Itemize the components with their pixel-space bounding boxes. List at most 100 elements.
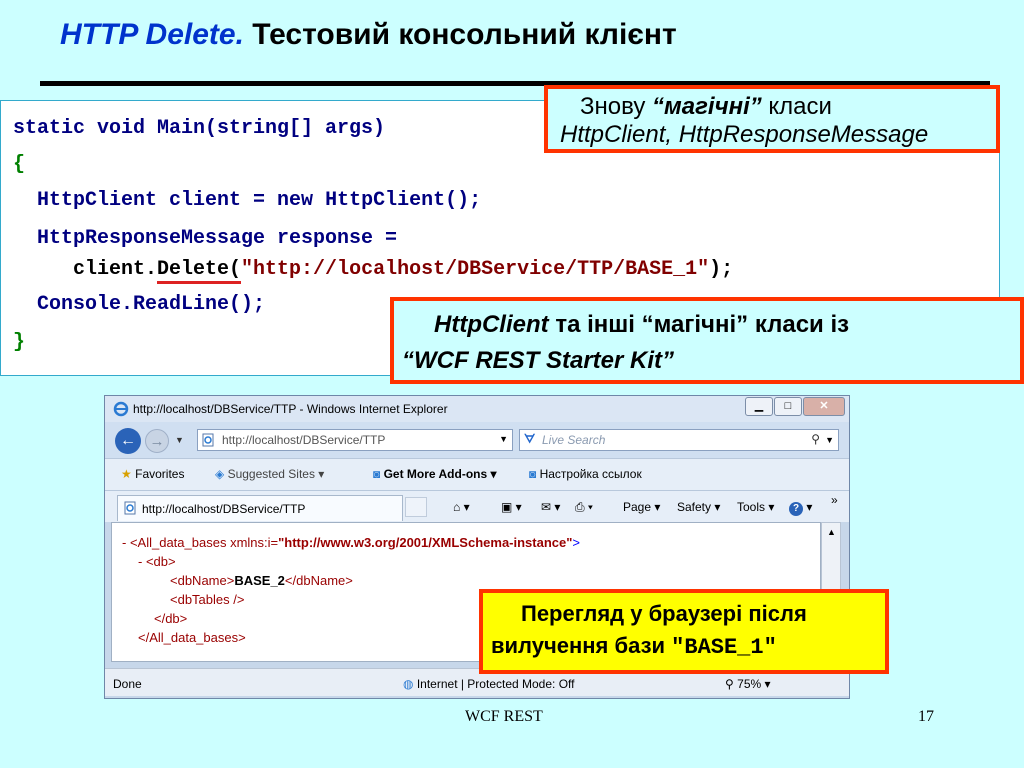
search-dropdown-icon[interactable]: ▼: [825, 435, 834, 445]
xml-line-root: - <All_data_bases xmlns:i="http://www.w3…: [122, 535, 580, 550]
window-controls: ▁ □ ✕: [744, 397, 845, 416]
get-more-addons-button[interactable]: ◙ Get More Add-ons ▾: [373, 467, 497, 481]
maximize-button[interactable]: □: [774, 397, 802, 416]
xml-root-open: <All_data_bases: [129, 535, 231, 550]
address-url: http://localhost/DBService/TTP: [222, 433, 386, 447]
search-icon[interactable]: ⚲: [811, 432, 820, 446]
magic-callout-text-a: Знову: [580, 93, 652, 120]
code-delete-call: Delete(: [157, 258, 242, 284]
starter-callout-line1: HttpClient та інші “магічні” класи із: [434, 311, 849, 339]
browser-callout-line2: вилучення бази "BASE_1": [491, 633, 777, 660]
xml-dbname-open: <dbName>: [170, 573, 235, 588]
browser-callout-text: вилучення бази: [491, 633, 672, 658]
page-menu[interactable]: Page ▾: [623, 500, 660, 514]
code-line-main: static void Main(string[] args): [13, 117, 386, 140]
page-icon: [202, 433, 214, 450]
ie-logo-icon: [113, 401, 129, 420]
address-dropdown-icon[interactable]: ▼: [499, 434, 508, 444]
slide-title: HTTP Delete. Тестовий консольний клієнт: [60, 18, 677, 52]
browser-callout-base-name: "BASE_1": [671, 635, 777, 660]
suggested-sites-icon: ◈: [215, 467, 225, 481]
code-url-string: "http://localhost/DBService/TTP/BASE_1": [241, 258, 710, 281]
code-client-ref: client.: [73, 258, 158, 281]
search-box[interactable]: ᗊ Live Search ⚲ ▼: [519, 429, 839, 451]
star-icon: ★: [121, 467, 132, 481]
xml-line-db-close: </db>: [154, 611, 188, 626]
code-line-close-brace: }: [13, 331, 26, 354]
code-line-open-brace: {: [13, 153, 26, 176]
magic-classes-callout: Знову “магічні” класи HttpClient, HttpRe…: [544, 85, 1000, 153]
help-icon[interactable]: ? ▾: [789, 500, 812, 516]
code-line-readline: Console.ReadLine();: [13, 293, 266, 316]
navigation-bar: ← → ▼ http://localhost/DBService/TTP ▼ ᗊ…: [105, 422, 849, 458]
addons-page-icon: ◙: [373, 467, 381, 481]
globe-icon: ◍: [403, 677, 414, 691]
security-zone: ◍ Internet | Protected Mode: Off: [403, 677, 574, 691]
nastroyka-link[interactable]: ◙ Настройка ссылок: [529, 467, 642, 481]
status-text: Done: [113, 677, 142, 691]
starter-callout-httpclient: HttpClient: [434, 311, 549, 338]
address-bar[interactable]: http://localhost/DBService/TTP ▼: [197, 429, 513, 451]
zoom-control[interactable]: ⚲ 75% ▾: [725, 677, 771, 691]
starter-callout-rest: та інші “магічні” класи із: [548, 311, 850, 338]
tab-page-icon: [124, 501, 136, 518]
mail-icon[interactable]: ✉ ▾: [541, 500, 560, 514]
code-client-ctor: HttpClient();: [313, 189, 482, 212]
xml-attr-value: "http://www.w3.org/2001/XMLSchema-instan…: [278, 535, 573, 550]
tab-bar: http://localhost/DBService/TTP ⌂ ▾ ▣ ▾ ✉…: [105, 490, 849, 522]
xml-line-dbtables: <dbTables />: [170, 592, 245, 607]
xml-dbname-close: </dbName>: [284, 573, 353, 588]
search-placeholder: Live Search: [542, 433, 606, 447]
tab-title: http://localhost/DBService/TTP: [142, 502, 306, 516]
browser-view-callout: Перегляд у браузері після вилучення бази…: [479, 589, 889, 674]
security-zone-label: Internet | Protected Mode: Off: [416, 677, 575, 691]
suggested-sites-button[interactable]: ◈ Suggested Sites ▾: [215, 467, 324, 481]
tools-menu[interactable]: Tools ▾: [737, 500, 774, 514]
zoom-level: 75%: [737, 677, 762, 691]
new-tab-button[interactable]: [405, 497, 427, 517]
xml-attr: xmlns:i=: [230, 535, 279, 550]
xml-line-root-close: </All_data_bases>: [138, 630, 246, 645]
link-page-icon: ◙: [529, 467, 537, 481]
favorites-label: Favorites: [135, 467, 185, 481]
magic-callout-line1: Знову “магічні” класи: [580, 93, 832, 121]
starter-callout-line2: “WCF REST Starter Kit”: [402, 347, 675, 374]
code-client-decl: HttpClient client =: [13, 189, 278, 212]
print-icon[interactable]: ⎙ ▾: [575, 500, 593, 515]
scroll-up-icon[interactable]: ▲: [827, 527, 836, 537]
feeds-icon[interactable]: ▣ ▾: [501, 500, 522, 514]
browser-tab[interactable]: http://localhost/DBService/TTP: [117, 495, 403, 521]
code-line-delete: client.Delete("http://localhost/DBServic…: [13, 258, 734, 284]
back-button[interactable]: ←: [115, 428, 141, 454]
xml-collapse-root[interactable]: -: [122, 535, 130, 550]
magic-callout-line2: HttpClient, HttpResponseMessage: [560, 121, 929, 148]
xml-root-bracket: >: [572, 535, 580, 550]
forward-button[interactable]: →: [145, 429, 169, 453]
code-line-response: HttpResponseMessage response =: [13, 227, 398, 250]
live-search-logo-icon: ᗊ: [524, 432, 536, 446]
get-more-addons-label: Get More Add-ons ▾: [383, 467, 497, 481]
favorites-bar: ★ Favorites ◈ Suggested Sites ▾ ◙ Get Mo…: [105, 458, 849, 490]
safety-menu[interactable]: Safety ▾: [677, 500, 720, 514]
code-new-keyword: new: [277, 189, 314, 212]
xml-line-db[interactable]: - <db>: [138, 554, 176, 569]
zoom-magnifier-icon: ⚲: [725, 677, 734, 691]
code-line-client: HttpClient client = new HttpClient();: [13, 189, 481, 212]
favorites-button[interactable]: ★ Favorites: [121, 467, 184, 481]
close-window-button[interactable]: ✕: [803, 397, 845, 416]
browser-callout-line1: Перегляд у браузері після: [521, 601, 807, 626]
recent-pages-dropdown-icon[interactable]: ▼: [175, 435, 184, 445]
code-call-end: );: [709, 258, 734, 281]
slide-title-italic: HTTP Delete.: [60, 18, 244, 51]
more-chevron-icon[interactable]: »: [831, 493, 838, 507]
page-number: 17: [918, 708, 934, 725]
magic-callout-text-c: класи: [761, 93, 832, 120]
minimize-button[interactable]: ▁: [745, 397, 773, 416]
slide-title-rest: Тестовий консольний клієнт: [252, 18, 677, 51]
home-icon[interactable]: ⌂ ▾: [453, 500, 470, 514]
xml-dbname-value: BASE_2: [234, 573, 285, 588]
suggested-sites-label: Suggested Sites ▾: [227, 467, 325, 481]
nastroyka-label: Настройка ссылок: [539, 467, 642, 481]
browser-title-bar: http://localhost/DBService/TTP - Windows…: [105, 396, 849, 422]
